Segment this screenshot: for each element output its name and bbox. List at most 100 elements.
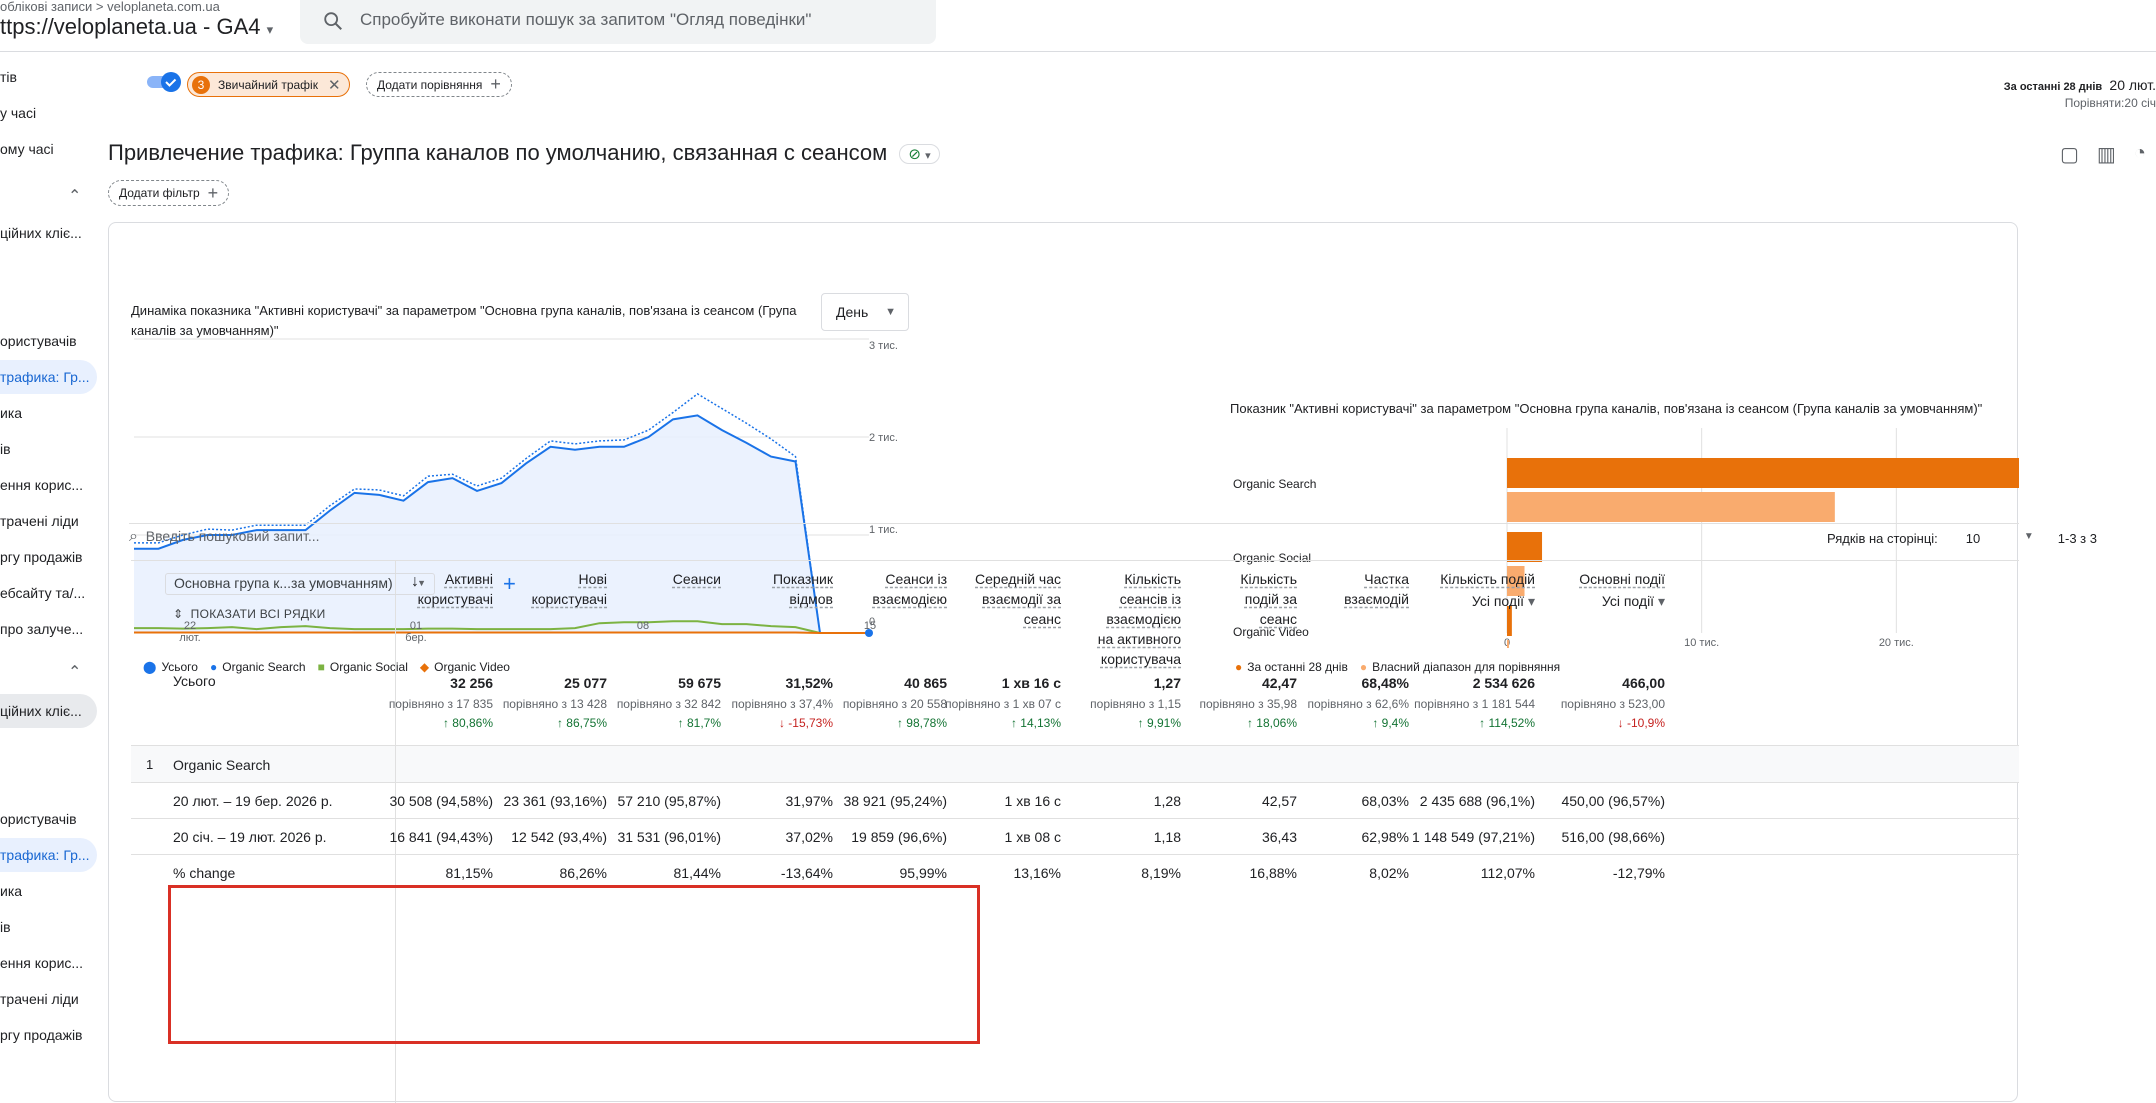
group-name[interactable]: Organic Search bbox=[173, 757, 270, 773]
insights-icon[interactable]: ◔ bbox=[2134, 142, 2146, 167]
x-tick: 22лют. bbox=[175, 620, 205, 644]
nav-item[interactable]: ргу продажів bbox=[0, 540, 97, 574]
chevron-up-icon[interactable]: ⌃ bbox=[68, 186, 81, 206]
legend-diamond-icon: ◆ bbox=[420, 660, 429, 674]
table-search-placeholder: Введіть пошуковий запит... bbox=[146, 528, 320, 544]
x-tick: 08 bbox=[628, 620, 658, 632]
pagination: 1-3 з 3 bbox=[2058, 531, 2097, 546]
x-tick: 01бер. bbox=[401, 620, 431, 644]
bar bbox=[1507, 532, 1542, 562]
legend-item[interactable]: ●Власний діапазон для порівняння bbox=[1360, 660, 1560, 674]
page-title-text: Привлечение трафика: Группа каналов по у… bbox=[108, 140, 887, 165]
date-range-picker[interactable]: За останні 28 днів 20 лют. Порівняти:20 … bbox=[2004, 76, 2156, 110]
nav-item[interactable]: ика bbox=[0, 396, 97, 430]
segment-count: 3 bbox=[192, 76, 210, 94]
column-header[interactable]: Основні подіїУсі події ▾ bbox=[1505, 569, 1665, 611]
show-all-rows-button[interactable]: ⇕ ПОКАЗАТИ ВСІ РЯДКИ bbox=[173, 607, 326, 621]
nav-item[interactable]: трачені ліди bbox=[0, 982, 97, 1016]
add-comparison-button[interactable]: Додати порівняння+ bbox=[366, 72, 512, 97]
divider bbox=[131, 560, 2019, 561]
nav-item[interactable]: трачені ліди bbox=[0, 504, 97, 538]
nav-item[interactable]: тів bbox=[0, 60, 97, 94]
group-index: 1 bbox=[146, 757, 153, 772]
table-cell: 450,00 (96,57%) bbox=[1485, 793, 1665, 809]
divider bbox=[129, 523, 2019, 524]
legend-dot-icon: ● bbox=[210, 660, 217, 674]
top-bar: облікові записи > veloplaneta.com.ua ttp… bbox=[0, 0, 2156, 52]
nav-item[interactable]: ика bbox=[0, 874, 97, 908]
unfold-icon: ⇕ bbox=[173, 607, 183, 621]
caret-down-icon: ▾ bbox=[267, 22, 274, 37]
nav-item[interactable]: ів bbox=[0, 910, 97, 944]
row-label: 20 лют. – 19 бер. 2026 р. bbox=[173, 793, 333, 809]
rows-per-page: Рядків на сторінці: 10▼ 1-3 з 3 bbox=[1827, 531, 2097, 546]
x-tick: 15 bbox=[855, 620, 885, 632]
nav-item[interactable]: ористувачів bbox=[0, 324, 97, 358]
table-search[interactable]: ⌕ Введіть пошуковий запит... bbox=[129, 528, 320, 546]
segment-chip[interactable]: 3 Звичайний трафік ✕ bbox=[187, 72, 350, 97]
metric-change: ↓ -10,9% bbox=[1505, 716, 1665, 730]
nav-item-traffic-acquisition[interactable]: трафика: Гр... bbox=[0, 838, 97, 872]
legend-item[interactable]: ●Organic Search bbox=[210, 660, 306, 674]
row-label: % change bbox=[173, 865, 235, 881]
property-name: ttps://veloplaneta.ua - GA4 bbox=[0, 14, 261, 39]
rows-per-page-select[interactable]: 10▼ bbox=[1966, 531, 2034, 546]
divider bbox=[131, 854, 2019, 855]
nav-item[interactable]: ення корис... bbox=[0, 468, 97, 502]
nav-item[interactable]: ційних кліє... bbox=[0, 216, 97, 250]
metric-filter-select[interactable]: Усі події ▾ bbox=[1505, 591, 1665, 611]
comparison-toggle[interactable] bbox=[147, 72, 183, 92]
compare-icon[interactable]: ▥ bbox=[2097, 142, 2116, 167]
nav-item-traffic-acquisition[interactable]: трафика: Гр... bbox=[0, 360, 97, 394]
nav-item[interactable]: ому часі bbox=[0, 132, 97, 166]
legend-dot-icon: ● bbox=[1235, 660, 1242, 674]
close-icon[interactable]: ✕ bbox=[328, 76, 341, 94]
bar bbox=[1507, 492, 1835, 522]
edit-report-icon[interactable]: ▢ bbox=[2060, 142, 2079, 167]
granularity-select[interactable]: День▼ bbox=[821, 293, 909, 331]
nav-item[interactable]: ів bbox=[0, 432, 97, 466]
add-filter-label: Додати фільтр bbox=[119, 186, 200, 200]
legend-item[interactable]: ⬤Усього bbox=[143, 660, 198, 674]
bar bbox=[1507, 640, 1509, 648]
legend-item[interactable]: ●За останні 28 днів bbox=[1235, 660, 1348, 674]
search-icon: ⌕ bbox=[129, 528, 138, 545]
divider bbox=[131, 818, 2019, 819]
nav-item[interactable]: ргу продажів bbox=[0, 1018, 97, 1052]
rows-per-page-label: Рядків на сторінці: bbox=[1827, 531, 1938, 546]
plus-icon: + bbox=[208, 183, 219, 204]
segment-label: Звичайний трафік bbox=[218, 78, 318, 92]
table-cell: -12,79% bbox=[1485, 865, 1665, 881]
bar-chart-title: Показник "Активні користувачі" за параме… bbox=[1230, 399, 1990, 419]
bar-chart-legend: ●За останні 28 днів ●Власний діапазон дл… bbox=[1235, 660, 1560, 674]
page-title: Привлечение трафика: Группа каналов по у… bbox=[108, 140, 940, 166]
date-range-value: 20 лют. bbox=[2109, 77, 2156, 93]
nav-item[interactable]: ористувачів bbox=[0, 802, 97, 836]
search-box[interactable]: Спробуйте виконати пошук за запитом "Огл… bbox=[300, 0, 936, 44]
search-icon bbox=[322, 10, 344, 32]
nav-item[interactable]: ення корис... bbox=[0, 946, 97, 980]
x-tick: 20 тис. bbox=[1879, 637, 1914, 648]
y-tick: 1 тис. bbox=[869, 524, 898, 536]
add-filter-button[interactable]: Додати фільтр + bbox=[108, 180, 229, 206]
nav-item[interactable]: ебсайту та/... bbox=[0, 576, 97, 610]
table-cell: 516,00 (98,66%) bbox=[1485, 829, 1665, 845]
breadcrumb[interactable]: облікові записи > veloplaneta.com.ua bbox=[0, 0, 220, 14]
property-selector[interactable]: ttps://veloplaneta.ua - GA4 ▾ bbox=[0, 14, 273, 40]
search-placeholder: Спробуйте виконати пошук за запитом "Огл… bbox=[360, 10, 811, 30]
title-toolbar: ▢ ▥ ◔ bbox=[2060, 142, 2146, 167]
left-nav: тів у часі ому часі ⌃ ційних кліє... ори… bbox=[0, 52, 100, 1051]
nav-item[interactable]: про залуче... bbox=[0, 612, 97, 646]
plus-icon: + bbox=[490, 74, 501, 95]
chevron-up-icon[interactable]: ⌃ bbox=[68, 662, 81, 682]
nav-item[interactable]: ційних кліє... bbox=[0, 694, 97, 728]
total-pin-icon: ⬤ bbox=[143, 660, 156, 674]
status-check-icon[interactable]: ⊘ ▾ bbox=[899, 144, 939, 164]
total-label: Усього bbox=[173, 673, 216, 689]
caret-down-icon: ▼ bbox=[885, 306, 896, 318]
nav-item[interactable]: у часі bbox=[0, 96, 97, 130]
metric-compare: порівняно з 523,00 bbox=[1505, 697, 1665, 711]
y-tick: 2 тис. bbox=[869, 432, 898, 444]
group-row-bg bbox=[131, 746, 2019, 782]
legend-item[interactable]: ◆Organic Video bbox=[420, 660, 510, 674]
